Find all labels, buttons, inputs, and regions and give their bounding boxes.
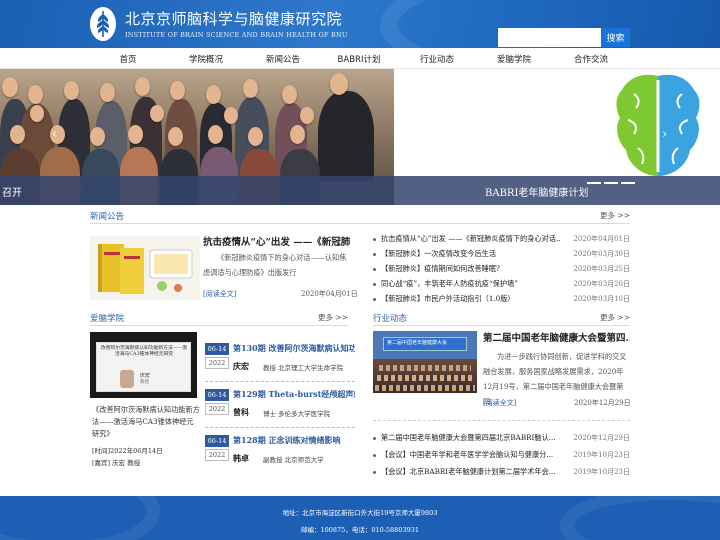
industry-featured-image[interactable]: 第二届中国老年脑健康大会 bbox=[373, 331, 477, 393]
footer-contact: 邮编：100875，电话：010-58803931 bbox=[301, 526, 419, 534]
course-item[interactable]: 06-14 2022 第129期 Theta-burst经颅超声刺激... 曾科… bbox=[205, 389, 355, 435]
industry-list-item[interactable]: 【会议】中国老年学和老年医学学会脑认知与健康分... 2019年10月23日 bbox=[373, 448, 630, 465]
news-featured-date: 2020年04月01日 bbox=[301, 290, 358, 298]
search-input[interactable] bbox=[498, 28, 602, 47]
carousel-prev-icon[interactable]: ‹ bbox=[52, 127, 57, 142]
carousel-dot-3[interactable] bbox=[621, 182, 635, 184]
course-item[interactable]: 06-14 2022 第130期 改善阿尔茨海默病认知功... 庆宏 教授 北京… bbox=[205, 343, 355, 389]
academy-featured-speaker: [嘉宾] 庆宏 教授 bbox=[92, 459, 141, 467]
banner-caption-right[interactable]: BABRI老年脑健康计划 bbox=[485, 184, 588, 199]
industry-section-header: 行业动态 更多 >> bbox=[373, 312, 630, 326]
industry-list-item[interactable]: 【会议】北京BABRI老年脑健康计划第二届学术年会... 2019年10月23日 bbox=[373, 465, 630, 482]
academy-video-thumbnail[interactable]: 改善阿尔茨海默病认知功能新方法——激活海马CA3锥体神经元研究 庆宏 教授 bbox=[90, 332, 197, 398]
news-list: 抗击疫情从“心”出发 ——《新冠肺炎疫情下的身心对话... 2020年04月01日… bbox=[373, 232, 630, 307]
banner-carousel[interactable]: 召开 BABRI老年脑健康计划 ‹ › bbox=[0, 69, 720, 205]
brain-logo-icon bbox=[616, 74, 700, 176]
news-list-item[interactable]: 【新冠肺炎】一次疫情改变今后生活 2020年03月30日 bbox=[373, 247, 630, 262]
industry-list-item[interactable]: 第二届中国老年脑健康大会暨第四届北京BABRI脑认... 2020年12月29日 bbox=[373, 431, 630, 448]
industry-list: 第二届中国老年脑健康大会暨第四届北京BABRI脑认... 2020年12月29日 … bbox=[373, 431, 630, 482]
academy-section-title: 爱脑学院 bbox=[90, 314, 125, 324]
banner-caption-left[interactable]: 召开 bbox=[2, 184, 22, 199]
course-item[interactable]: 06-14 2022 第128期 正念训练对情绪影响 韩卓 副教授 北京师范大学 bbox=[205, 435, 355, 481]
carousel-next-icon[interactable]: › bbox=[662, 127, 667, 142]
institute-logo[interactable] bbox=[90, 7, 116, 41]
industry-section-title: 行业动态 bbox=[373, 314, 408, 324]
industry-featured-title[interactable]: 第二届中国老年脑健康大会暨第四... bbox=[483, 330, 630, 344]
speaker-photo bbox=[120, 370, 134, 388]
site-subtitle: INSTITUTE OF BRAIN SCIENCE AND BRAIN HEA… bbox=[125, 31, 348, 39]
nav-babri[interactable]: BABRI计划 bbox=[338, 53, 381, 65]
academy-section-header: 爱脑学院 更多 >> bbox=[90, 312, 348, 326]
news-list-item[interactable]: 【新冠肺炎】疫情期间如何改善睡眠? 2020年03月25日 bbox=[373, 262, 630, 277]
video-slide-text: 改善阿尔茨海默病认知功能新方法——激活海马CA3锥体神经元研究 bbox=[100, 346, 188, 357]
carousel-dot-2[interactable] bbox=[604, 182, 618, 184]
industry-divider bbox=[373, 420, 630, 421]
search-button[interactable]: 搜索 bbox=[601, 28, 630, 47]
site-header: 北京京师脑科学与脑健康研究院 INSTITUTE OF BRAIN SCIENC… bbox=[0, 0, 720, 48]
nav-academy[interactable]: 爱脑学院 bbox=[497, 53, 531, 65]
news-read-more-link[interactable]: [阅读全文] bbox=[203, 289, 236, 299]
news-featured-image[interactable] bbox=[90, 236, 200, 300]
news-featured-title[interactable]: 抗击疫情从“心”出发 ——《新冠肺... bbox=[203, 234, 351, 248]
academy-featured-time: [时间]2022年06月14日 bbox=[92, 447, 163, 455]
nav-cooperation[interactable]: 合作交流 bbox=[574, 53, 608, 65]
site-footer: 地址：北京市海淀区新街口外大街19号京师大厦9803 邮编：100875，电话：… bbox=[0, 496, 720, 540]
video-speaker-sub: 教授 bbox=[140, 380, 149, 385]
main-nav: 首页 学院概况 新闻公告 BABRI计划 行业动态 爱脑学院 合作交流 bbox=[0, 48, 720, 69]
academy-more-link[interactable]: 更多 >> bbox=[318, 312, 348, 323]
news-more-link[interactable]: 更多 >> bbox=[600, 210, 630, 221]
nav-home[interactable]: 首页 bbox=[119, 53, 136, 65]
news-section-title: 新闻公告 bbox=[90, 212, 125, 222]
nav-news[interactable]: 新闻公告 bbox=[266, 53, 300, 65]
news-section-header: 新闻公告 更多 >> bbox=[90, 210, 630, 224]
industry-more-link[interactable]: 更多 >> bbox=[600, 312, 630, 323]
video-speaker-name: 庆宏 bbox=[140, 373, 151, 379]
news-list-item[interactable]: 同心战“疫”，丰筑老年人防疫抗疫“保护墙” 2020年03月20日 bbox=[373, 277, 630, 292]
book-cover-icon bbox=[90, 236, 200, 300]
news-featured-summary: 《新冠肺炎疫情下的身心对话——认知焦虑调适与心理防疫》出版发行 bbox=[203, 253, 347, 277]
industry-read-more-link[interactable]: [阅读全文] bbox=[483, 398, 516, 408]
stage-banner-text: 第二届中国老年脑健康大会 bbox=[387, 340, 448, 346]
footer-address: 地址：北京市海淀区新街口外大街19号京师大厦9803 bbox=[282, 509, 438, 517]
academy-featured-title[interactable]: 《改善阿尔茨海默病认知功能新方法——激活海马CA3锥体神经元研究》 bbox=[92, 404, 200, 440]
news-list-item[interactable]: 【新冠肺炎】市民户外活动指引（1.0版） 2020年03月10日 bbox=[373, 292, 630, 307]
banner-caption-bar: 召开 BABRI老年脑健康计划 bbox=[0, 176, 720, 205]
nav-about[interactable]: 学院概况 bbox=[189, 53, 223, 65]
tree-logo-icon bbox=[96, 11, 110, 37]
site-title: 北京京师脑科学与脑健康研究院 bbox=[125, 10, 343, 28]
industry-featured-date: 2020年12月29日 bbox=[574, 399, 631, 407]
nav-industry[interactable]: 行业动态 bbox=[420, 53, 454, 65]
carousel-dot-1[interactable] bbox=[587, 182, 601, 184]
news-list-item[interactable]: 抗击疫情从“心”出发 ——《新冠肺炎疫情下的身心对话... 2020年04月01日 bbox=[373, 232, 630, 247]
